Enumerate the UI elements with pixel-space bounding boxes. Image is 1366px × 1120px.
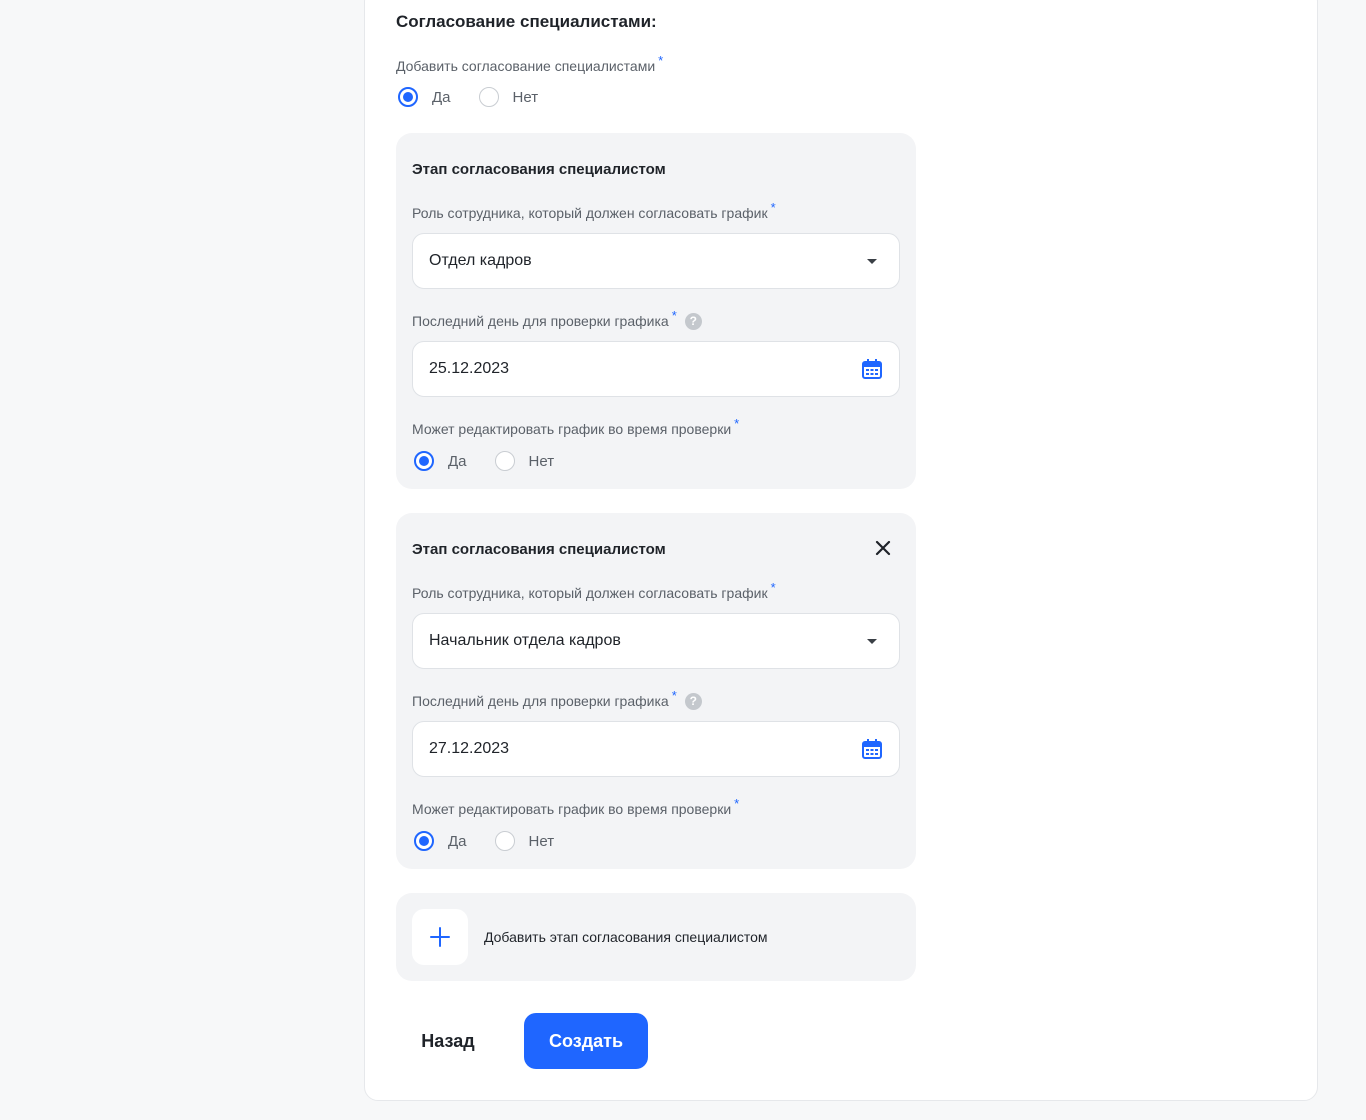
add-approval-yes-label: Да bbox=[432, 88, 451, 106]
add-approval-no-label: Нет bbox=[512, 88, 539, 106]
required-mark: * bbox=[770, 580, 776, 595]
required-mark: * bbox=[658, 53, 664, 68]
role-select-value: Отдел кадров bbox=[429, 252, 532, 269]
chevron-down-icon[interactable] bbox=[867, 258, 877, 264]
edit-label: Может редактировать график во время пров… bbox=[412, 416, 739, 437]
edit-radio-group: Да Нет bbox=[414, 451, 580, 471]
edit-no-option[interactable]: Нет bbox=[494, 831, 555, 851]
section-title: Согласование специалистами: bbox=[396, 12, 657, 31]
date-label-text: Последний день для проверки графика bbox=[412, 693, 669, 709]
edit-no-label: Нет bbox=[528, 832, 555, 850]
add-approval-no-option[interactable]: Нет bbox=[478, 87, 539, 107]
add-stage-label[interactable]: Добавить этап согласования специалистом bbox=[484, 929, 768, 945]
radio-unselected-icon[interactable] bbox=[478, 87, 499, 107]
edit-yes-option[interactable]: Да bbox=[414, 831, 467, 851]
create-button[interactable]: Создать bbox=[524, 1013, 648, 1069]
edit-radio-group: Да Нет bbox=[414, 831, 580, 851]
role-select[interactable]: Начальник отдела кадров bbox=[412, 613, 900, 669]
add-approval-label: Добавить согласование специалистами * bbox=[396, 53, 663, 74]
date-label: Последний день для проверки графика *? bbox=[412, 308, 702, 331]
required-mark: * bbox=[734, 416, 740, 431]
date-input[interactable]: 25.12.2023 bbox=[412, 341, 900, 397]
radio-unselected-icon[interactable] bbox=[494, 451, 515, 471]
required-mark: * bbox=[671, 688, 677, 703]
help-icon[interactable]: ? bbox=[684, 692, 702, 710]
radio-selected-icon[interactable] bbox=[414, 831, 434, 851]
add-approval-yes-option[interactable]: Да bbox=[398, 87, 451, 107]
role-select-value: Начальник отдела кадров bbox=[429, 632, 621, 649]
add-approval-radio-group: Да Нет bbox=[398, 87, 564, 107]
edit-yes-option[interactable]: Да bbox=[414, 451, 467, 471]
date-label: Последний день для проверки графика *? bbox=[412, 688, 702, 711]
required-mark: * bbox=[770, 200, 776, 215]
help-icon[interactable]: ? bbox=[684, 312, 702, 330]
calendar-icon[interactable] bbox=[861, 358, 883, 380]
approval-stage-card: Этап согласования специалистом Роль сотр… bbox=[396, 133, 916, 489]
add-approval-label-text: Добавить согласование специалистами bbox=[396, 58, 656, 74]
edit-label: Может редактировать график во время пров… bbox=[412, 796, 739, 817]
radio-selected-icon[interactable] bbox=[414, 451, 434, 471]
role-select[interactable]: Отдел кадров bbox=[412, 233, 900, 289]
calendar-icon[interactable] bbox=[861, 738, 883, 760]
edit-yes-label: Да bbox=[448, 832, 467, 850]
add-stage-button[interactable] bbox=[412, 909, 468, 965]
required-mark: * bbox=[671, 308, 677, 323]
approval-stage-card: Этап согласования специалистом Роль сотр… bbox=[396, 513, 916, 869]
back-button[interactable]: Назад bbox=[396, 1014, 500, 1068]
edit-label-text: Может редактировать график во время пров… bbox=[412, 801, 732, 817]
date-input-value: 27.12.2023 bbox=[429, 740, 510, 757]
date-input[interactable]: 27.12.2023 bbox=[412, 721, 900, 777]
role-label: Роль сотрудника, который должен согласов… bbox=[412, 580, 776, 601]
date-input-value: 25.12.2023 bbox=[429, 360, 510, 377]
role-label: Роль сотрудника, который должен согласов… bbox=[412, 200, 776, 221]
stage-title: Этап согласования специалистом bbox=[412, 161, 666, 178]
stage-title: Этап согласования специалистом bbox=[412, 541, 666, 558]
chevron-down-icon[interactable] bbox=[867, 638, 877, 644]
edit-label-text: Может редактировать график во время пров… bbox=[412, 421, 732, 437]
role-label-text: Роль сотрудника, который должен согласов… bbox=[412, 585, 768, 601]
add-stage-card[interactable]: Добавить этап согласования специалистом bbox=[396, 893, 916, 981]
required-mark: * bbox=[734, 796, 740, 811]
radio-unselected-icon[interactable] bbox=[494, 831, 515, 851]
plus-icon[interactable] bbox=[429, 926, 451, 948]
edit-yes-label: Да bbox=[448, 452, 467, 470]
edit-no-label: Нет bbox=[528, 452, 555, 470]
edit-no-option[interactable]: Нет bbox=[494, 451, 555, 471]
date-label-text: Последний день для проверки графика bbox=[412, 313, 669, 329]
close-icon[interactable] bbox=[874, 539, 892, 557]
role-label-text: Роль сотрудника, который должен согласов… bbox=[412, 205, 768, 221]
radio-selected-icon[interactable] bbox=[398, 87, 418, 107]
